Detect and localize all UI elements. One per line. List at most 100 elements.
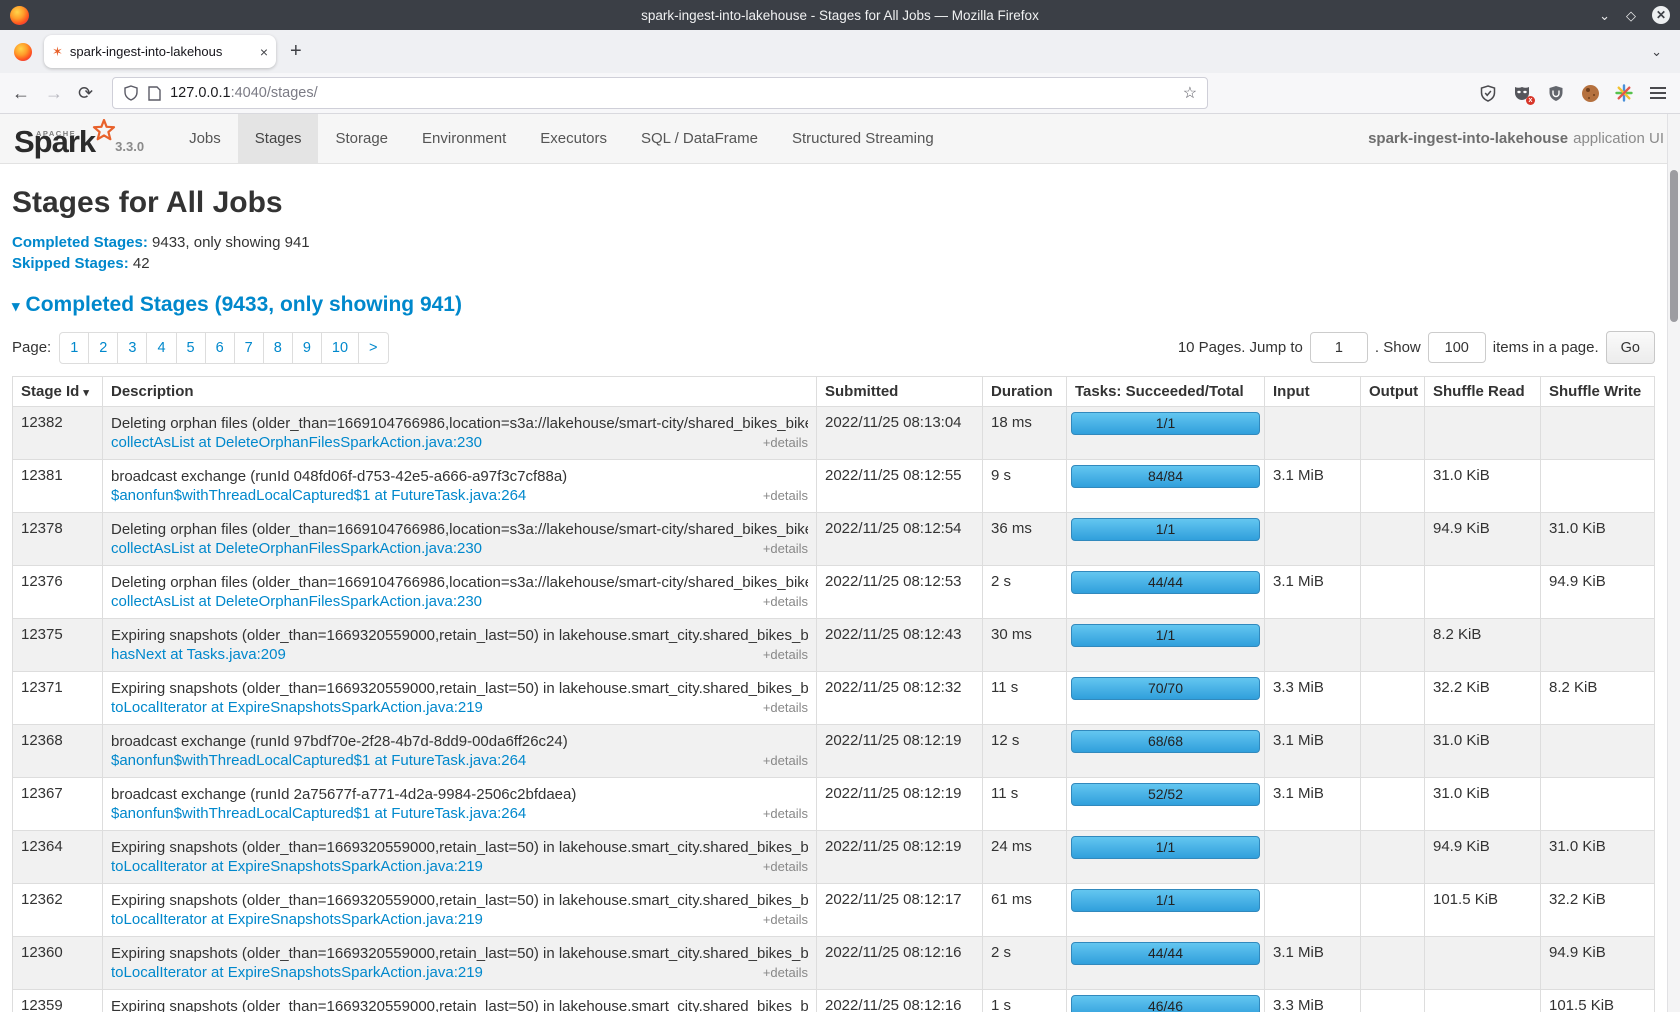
tasks-cell: 70/70: [1067, 672, 1265, 725]
details-toggle[interactable]: +details: [753, 486, 808, 505]
details-toggle[interactable]: +details: [753, 857, 808, 876]
details-toggle[interactable]: +details: [753, 539, 808, 558]
firefox-small-icon[interactable]: [14, 43, 32, 61]
window-title: spark-ingest-into-lakehouse - Stages for…: [0, 8, 1680, 23]
tab-stages[interactable]: Stages: [238, 114, 319, 163]
browser-tab[interactable]: ✶ spark-ingest-into-lakehous ×: [44, 35, 276, 68]
tab-structured-streaming[interactable]: Structured Streaming: [775, 114, 951, 163]
completed-stages-link[interactable]: Completed Stages:: [12, 234, 148, 251]
stage-description-subline: $anonfun$withThreadLocalCaptured$1 at Fu…: [111, 751, 808, 770]
page-button-1[interactable]: 1: [59, 332, 89, 364]
firefox-window: spark-ingest-into-lakehouse - Stages for…: [0, 0, 1680, 1012]
details-toggle[interactable]: +details: [753, 592, 808, 611]
stage-callsite-link[interactable]: hasNext at Tasks.java:209: [111, 645, 286, 664]
close-icon[interactable]: ✕: [1652, 6, 1670, 24]
tab-sql-dataframe[interactable]: SQL / DataFrame: [624, 114, 775, 163]
stage-description-subline: collectAsList at DeleteOrphanFilesSparkA…: [111, 539, 808, 558]
shuffle-write-cell: 31.0 KiB: [1541, 831, 1655, 884]
list-all-tabs-icon[interactable]: ⌄: [1651, 44, 1662, 60]
column-header-input[interactable]: Input: [1265, 377, 1361, 407]
details-toggle[interactable]: +details: [753, 698, 808, 717]
maximize-icon[interactable]: ◇: [1626, 9, 1636, 22]
skipped-stages-link[interactable]: Skipped Stages:: [12, 255, 129, 272]
stage-description-cell: Deleting orphan files (older_than=166910…: [103, 407, 817, 460]
column-header-duration[interactable]: Duration: [983, 377, 1067, 407]
page-button-2[interactable]: 2: [89, 332, 118, 364]
column-header-shuffle-write[interactable]: Shuffle Write: [1541, 377, 1655, 407]
details-toggle[interactable]: +details: [753, 751, 808, 770]
column-header-submitted[interactable]: Submitted: [817, 377, 983, 407]
menu-icon[interactable]: [1648, 83, 1668, 103]
url-host: 127.0.0.1: [170, 85, 230, 101]
input-cell: [1265, 831, 1361, 884]
page-button->[interactable]: >: [359, 332, 388, 364]
jump-to-input[interactable]: [1310, 332, 1368, 363]
tab-close-icon[interactable]: ×: [260, 45, 268, 59]
go-button[interactable]: Go: [1606, 331, 1655, 364]
page-button-8[interactable]: 8: [264, 332, 293, 364]
output-cell: [1361, 990, 1425, 1012]
submitted-cell: 2022/11/25 08:12:54: [817, 513, 983, 566]
stage-callsite-link[interactable]: toLocalIterator at ExpireSnapshotsSparkA…: [111, 963, 483, 982]
ublock-origin-icon[interactable]: [1546, 83, 1566, 103]
stage-description-subline: toLocalIterator at ExpireSnapshotsSparkA…: [111, 857, 808, 876]
pinwheel-extension-icon[interactable]: [1614, 83, 1634, 103]
column-header-stage-id[interactable]: Stage Id▾: [13, 377, 103, 407]
vertical-scrollbar[interactable]: [1667, 114, 1680, 1012]
shield-permissions-icon[interactable]: [123, 85, 139, 101]
forward-icon[interactable]: →: [45, 84, 63, 102]
items-per-page-input[interactable]: [1428, 332, 1486, 363]
page-button-10[interactable]: 10: [322, 332, 359, 364]
scrollbar-thumb[interactable]: [1670, 170, 1678, 322]
column-header-output[interactable]: Output: [1361, 377, 1425, 407]
spark-logo[interactable]: APACHE Spark 3.3.0: [0, 114, 154, 163]
stage-callsite-link[interactable]: collectAsList at DeleteOrphanFilesSparkA…: [111, 433, 482, 452]
apache-label: APACHE: [36, 129, 76, 138]
url-bar[interactable]: 127.0.0.1:4040/stages/ ☆: [112, 77, 1208, 109]
duration-cell: 1 s: [983, 990, 1067, 1012]
stage-description-subline: $anonfun$withThreadLocalCaptured$1 at Fu…: [111, 804, 808, 823]
new-tab-button[interactable]: +: [290, 40, 302, 63]
details-toggle[interactable]: +details: [753, 645, 808, 664]
tab-environment[interactable]: Environment: [405, 114, 523, 163]
minimize-icon[interactable]: ⌄: [1599, 9, 1610, 22]
page-info-icon[interactable]: [148, 86, 161, 101]
reload-icon[interactable]: ⟳: [78, 84, 93, 102]
stage-callsite-link[interactable]: toLocalIterator at ExpireSnapshotsSparkA…: [111, 857, 483, 876]
tasks-progress-bar: 52/52: [1071, 783, 1260, 806]
stage-callsite-link[interactable]: collectAsList at DeleteOrphanFilesSparkA…: [111, 592, 482, 611]
tab-executors[interactable]: Executors: [523, 114, 624, 163]
shuffle-read-cell: 31.0 KiB: [1425, 460, 1541, 513]
table-row: 12378Deleting orphan files (older_than=1…: [13, 513, 1655, 566]
back-icon[interactable]: ←: [12, 84, 30, 102]
stage-callsite-link[interactable]: $anonfun$withThreadLocalCaptured$1 at Fu…: [111, 751, 526, 770]
page-button-6[interactable]: 6: [206, 332, 235, 364]
shield-check-extension-icon[interactable]: [1478, 83, 1498, 103]
details-toggle[interactable]: +details: [753, 433, 808, 452]
tab-storage[interactable]: Storage: [318, 114, 405, 163]
table-row: 12359Expiring snapshots (older_than=1669…: [13, 990, 1655, 1012]
column-header-description[interactable]: Description: [103, 377, 817, 407]
tab-title: spark-ingest-into-lakehous: [70, 44, 253, 59]
column-header-tasks-succeeded-total[interactable]: Tasks: Succeeded/Total: [1067, 377, 1265, 407]
stage-callsite-link[interactable]: $anonfun$withThreadLocalCaptured$1 at Fu…: [111, 804, 526, 823]
page-button-9[interactable]: 9: [293, 332, 322, 364]
stage-callsite-link[interactable]: collectAsList at DeleteOrphanFilesSparkA…: [111, 539, 482, 558]
stage-callsite-link[interactable]: toLocalIterator at ExpireSnapshotsSparkA…: [111, 910, 483, 929]
stage-callsite-link[interactable]: toLocalIterator at ExpireSnapshotsSparkA…: [111, 698, 483, 717]
page-button-4[interactable]: 4: [147, 332, 176, 364]
bookmark-star-icon[interactable]: ☆: [1183, 83, 1197, 103]
page-button-7[interactable]: 7: [235, 332, 264, 364]
page-button-5[interactable]: 5: [177, 332, 206, 364]
details-toggle[interactable]: +details: [753, 963, 808, 982]
stage-callsite-link[interactable]: $anonfun$withThreadLocalCaptured$1 at Fu…: [111, 486, 526, 505]
page-button-3[interactable]: 3: [118, 332, 147, 364]
mask-extension-icon[interactable]: x: [1512, 83, 1532, 103]
cookie-extension-icon[interactable]: [1580, 83, 1600, 103]
tab-jobs[interactable]: Jobs: [172, 114, 238, 163]
column-header-shuffle-read[interactable]: Shuffle Read: [1425, 377, 1541, 407]
details-toggle[interactable]: +details: [753, 910, 808, 929]
application-suffix: application UI: [1573, 130, 1664, 147]
completed-stages-section-toggle[interactable]: ▾Completed Stages (9433, only showing 94…: [12, 292, 1655, 319]
details-toggle[interactable]: +details: [753, 804, 808, 823]
